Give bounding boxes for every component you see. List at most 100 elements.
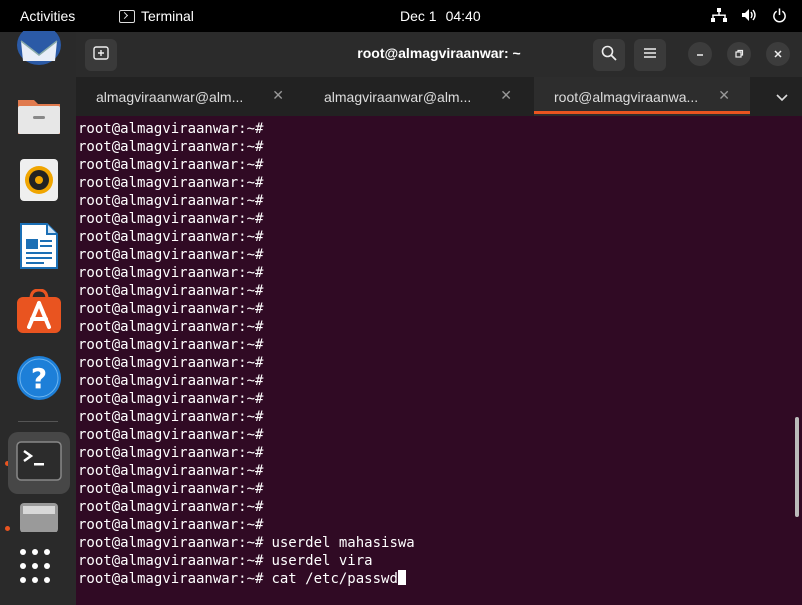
scrollbar[interactable] bbox=[795, 417, 799, 517]
menu-button[interactable] bbox=[634, 39, 666, 71]
libreoffice-writer-icon bbox=[20, 222, 58, 274]
tab-2[interactable]: almagviraanwar@alm... ✕ bbox=[304, 77, 532, 116]
tab-label: root@almagviraanwa... bbox=[554, 89, 699, 105]
shell-prompt: root@almagviraanwar:~# bbox=[78, 337, 264, 353]
terminal-line: root@almagviraanwar:~# bbox=[78, 174, 802, 192]
volume-icon bbox=[740, 6, 758, 24]
shell-prompt: root@almagviraanwar:~# bbox=[78, 427, 264, 443]
terminal-line: root@almagviraanwar:~# bbox=[78, 498, 802, 516]
shell-prompt: root@almagviraanwar:~# bbox=[78, 265, 264, 281]
tab-label: almagviraanwar@alm... bbox=[324, 89, 472, 105]
shell-prompt: root@almagviraanwar:~# bbox=[78, 139, 264, 155]
dock-help[interactable]: ? bbox=[8, 349, 70, 411]
terminal-window: root@almagviraanwar: ~ almagviraanwar@al… bbox=[76, 32, 802, 605]
tab-3[interactable]: root@almagviraanwa... ✕ bbox=[534, 77, 750, 116]
clock[interactable]: Dec 1 04:40 bbox=[400, 8, 481, 24]
svg-text:?: ? bbox=[31, 362, 47, 395]
terminal-line: root@almagviraanwar:~# bbox=[78, 246, 802, 264]
help-icon: ? bbox=[16, 355, 62, 406]
terminal-line: root@almagviraanwar:~# userdel vira bbox=[78, 552, 802, 570]
terminal-line: root@almagviraanwar:~# bbox=[78, 156, 802, 174]
thunderbird-icon bbox=[15, 24, 63, 76]
text-cursor bbox=[397, 570, 406, 585]
dock-files[interactable] bbox=[8, 86, 70, 148]
clock-date: Dec 1 bbox=[400, 8, 437, 24]
files-icon bbox=[16, 94, 62, 141]
shell-prompt: root@almagviraanwar:~# bbox=[78, 535, 264, 551]
search-icon bbox=[601, 45, 617, 66]
terminal-output[interactable]: root@almagviraanwar:~# root@almagviraanwa… bbox=[76, 116, 802, 605]
terminal-line: root@almagviraanwar:~# bbox=[78, 516, 802, 534]
terminal-line: root@almagviraanwar:~# bbox=[78, 228, 802, 246]
chevron-down-icon bbox=[776, 94, 788, 102]
restore-icon bbox=[734, 47, 744, 62]
clock-time: 04:40 bbox=[445, 8, 481, 24]
terminal-line: root@almagviraanwar:~# bbox=[78, 282, 802, 300]
tab-bar: almagviraanwar@alm... ✕ almagviraanwar@a… bbox=[76, 77, 802, 116]
dock-writer[interactable] bbox=[8, 217, 70, 279]
shell-prompt: root@almagviraanwar:~# bbox=[78, 157, 264, 173]
minimize-icon bbox=[695, 47, 705, 62]
dock-drive[interactable] bbox=[8, 502, 70, 532]
minimize-button[interactable] bbox=[688, 42, 712, 66]
shell-prompt: root@almagviraanwar:~# bbox=[78, 517, 264, 533]
title-bar[interactable]: root@almagviraanwar: ~ bbox=[76, 32, 802, 77]
shell-prompt: root@almagviraanwar:~# bbox=[78, 553, 264, 569]
shell-prompt: root@almagviraanwar:~# bbox=[78, 445, 264, 461]
dock-app-center[interactable] bbox=[8, 283, 70, 345]
shell-prompt: root@almagviraanwar:~# bbox=[78, 193, 264, 209]
app-menu[interactable]: Terminal bbox=[119, 8, 194, 24]
terminal-line: root@almagviraanwar:~# bbox=[78, 444, 802, 462]
terminal-line: root@almagviraanwar:~# bbox=[78, 390, 802, 408]
activities-button[interactable]: Activities bbox=[20, 8, 75, 24]
close-icon bbox=[773, 47, 783, 62]
search-button[interactable] bbox=[593, 39, 625, 71]
shell-prompt: root@almagviraanwar:~# bbox=[78, 373, 264, 389]
tab-close-icon[interactable]: ✕ bbox=[500, 87, 512, 104]
close-button[interactable] bbox=[766, 42, 790, 66]
terminal-line: root@almagviraanwar:~# bbox=[78, 372, 802, 390]
tab-1[interactable]: almagviraanwar@alm... ✕ bbox=[76, 77, 304, 116]
dock-separator bbox=[18, 421, 58, 422]
terminal-line: root@almagviraanwar:~# bbox=[78, 426, 802, 444]
tab-label: almagviraanwar@alm... bbox=[96, 89, 244, 105]
shell-prompt: root@almagviraanwar:~# bbox=[78, 355, 264, 371]
terminal-line: root@almagviraanwar:~# bbox=[78, 264, 802, 282]
shell-prompt: root@almagviraanwar:~# bbox=[78, 283, 264, 299]
rhythmbox-icon bbox=[19, 158, 59, 207]
tab-list-button[interactable] bbox=[776, 89, 788, 107]
shell-command: userdel mahasiswa bbox=[271, 535, 415, 551]
dock-rhythmbox[interactable] bbox=[8, 151, 70, 213]
terminal-small-icon bbox=[119, 9, 135, 23]
shell-prompt: root@almagviraanwar:~# bbox=[78, 121, 264, 137]
dock: ? bbox=[0, 24, 76, 605]
dock-terminal[interactable] bbox=[8, 432, 70, 494]
show-apps-button[interactable] bbox=[20, 549, 56, 585]
shell-prompt: root@almagviraanwar:~# bbox=[78, 301, 264, 317]
app-center-icon bbox=[16, 287, 62, 340]
terminal-line: root@almagviraanwar:~# bbox=[78, 318, 802, 336]
terminal-icon bbox=[16, 440, 62, 486]
terminal-line: root@almagviraanwar:~# cat /etc/passwd bbox=[78, 570, 802, 588]
shell-prompt: root@almagviraanwar:~# bbox=[78, 391, 264, 407]
shell-prompt: root@almagviraanwar:~# bbox=[78, 463, 264, 479]
app-name: Terminal bbox=[141, 8, 194, 24]
tab-close-icon[interactable]: ✕ bbox=[272, 87, 284, 104]
shell-command: cat /etc/passwd bbox=[271, 571, 398, 587]
shell-prompt: root@almagviraanwar:~# bbox=[78, 571, 264, 587]
tab-close-icon[interactable]: ✕ bbox=[718, 87, 730, 104]
system-status-area[interactable] bbox=[710, 6, 788, 24]
maximize-button[interactable] bbox=[727, 42, 751, 66]
terminal-line: root@almagviraanwar:~# bbox=[78, 300, 802, 318]
terminal-line: root@almagviraanwar:~# bbox=[78, 210, 802, 228]
terminal-line: root@almagviraanwar:~# bbox=[78, 336, 802, 354]
shell-prompt: root@almagviraanwar:~# bbox=[78, 211, 264, 227]
terminal-line: root@almagviraanwar:~# bbox=[78, 138, 802, 156]
top-bar: Activities Terminal Dec 1 04:40 bbox=[0, 0, 802, 32]
shell-command: userdel vira bbox=[271, 553, 373, 569]
hamburger-menu-icon bbox=[643, 46, 657, 64]
shell-prompt: root@almagviraanwar:~# bbox=[78, 499, 264, 515]
shell-prompt: root@almagviraanwar:~# bbox=[78, 409, 264, 425]
terminal-line: root@almagviraanwar:~# bbox=[78, 480, 802, 498]
dock-thunderbird[interactable] bbox=[8, 24, 70, 76]
